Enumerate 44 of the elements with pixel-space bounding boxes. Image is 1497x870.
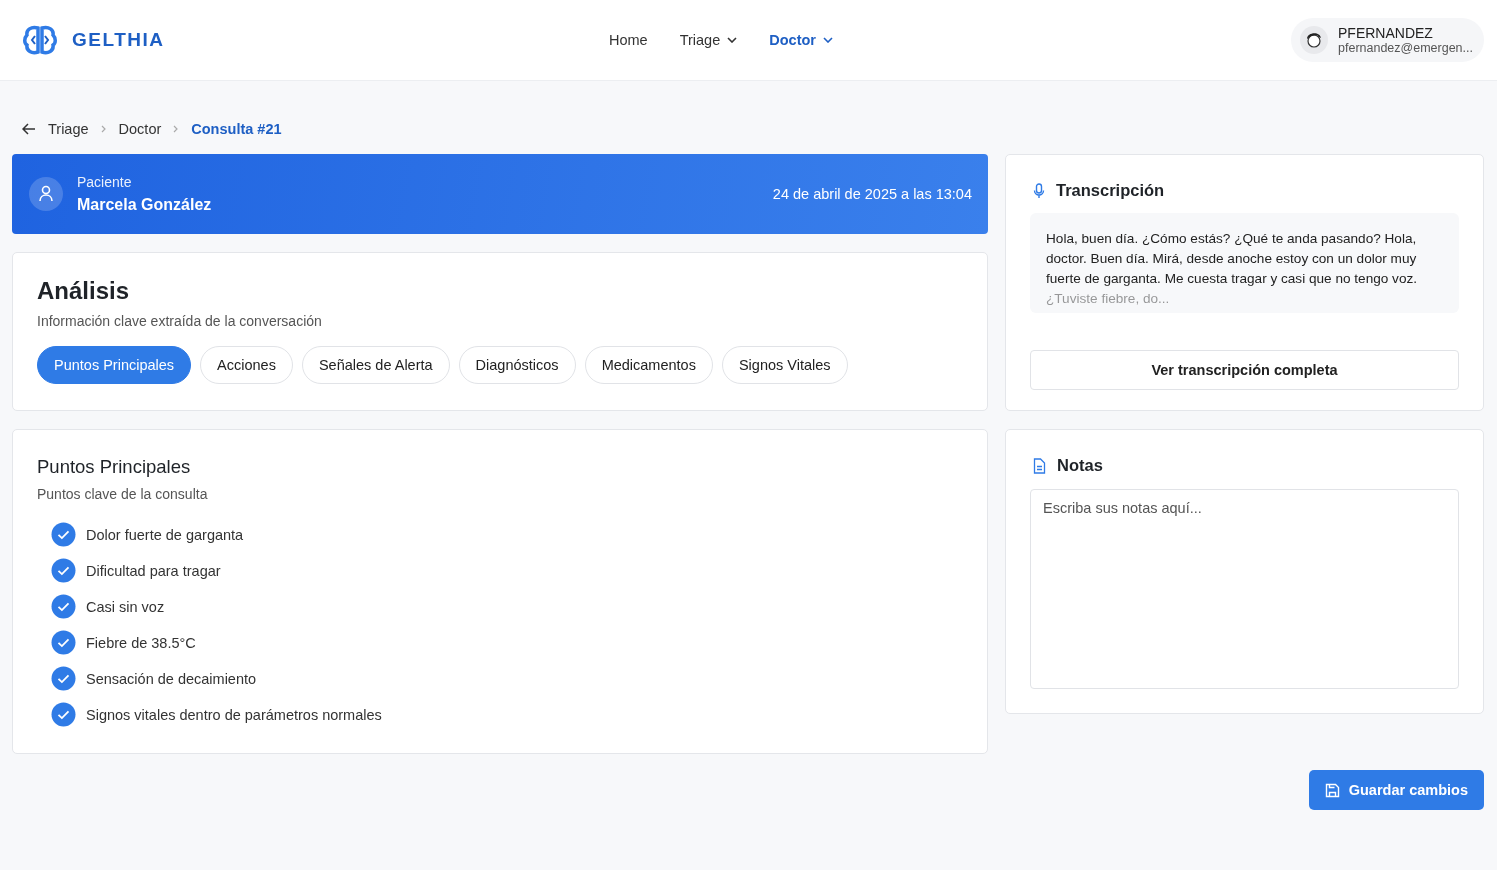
microphone-icon <box>1033 182 1045 199</box>
analysis-tab[interactable]: Diagnósticos <box>458 346 576 384</box>
analysis-title: Análisis <box>37 277 131 305</box>
analysis-tab[interactable]: Puntos Principales <box>37 346 192 384</box>
save-icon <box>1324 782 1340 798</box>
save-button[interactable]: Guardar cambios <box>1308 770 1484 810</box>
key-point: Casi sin voz <box>86 598 165 615</box>
brand-name: GELTHIA <box>72 29 165 51</box>
notes-field[interactable]: Escriba sus notas aquí... <box>1030 489 1459 689</box>
breadcrumb-link[interactable]: Triage <box>48 121 89 137</box>
analysis-subtitle: Información clave extraída de la conversación <box>37 313 323 329</box>
chevron-icon <box>173 125 180 133</box>
nav-link[interactable]: Doctor <box>769 32 833 48</box>
chevron-icon <box>100 125 107 133</box>
transcription-text: Hola, buen día. ¿Cómo estás? ¿Qué te anda pasando? Hola, doctor. Buen día. Mirá, desde anoche estoy con un dolor muy fuerte de garganta. Me cuesta tragar y casi que no tengo voz. ¿Tuviste fiebre, do... <box>1046 230 1419 308</box>
user-name: PFERNANDEZ <box>1338 25 1434 41</box>
patient-name: Marcela González <box>77 196 212 214</box>
nav-link[interactable]: Triage <box>679 32 738 48</box>
avatar-icon <box>1300 26 1328 54</box>
brain-logo-icon <box>23 25 57 55</box>
points-subtitle: Puntos clave de la consulta <box>37 486 209 502</box>
patient-label: Paciente <box>77 174 133 190</box>
user-email: pfernandez@emergen... <box>1338 41 1473 55</box>
document-icon <box>1033 457 1046 474</box>
analysis-tab[interactable]: Signos Vitales <box>721 346 848 384</box>
key-point: Signos vitales dentro de parámetros normales <box>86 706 382 723</box>
full-transcription-button[interactable]: Ver transcripción completa <box>1030 350 1459 390</box>
breadcrumb-link[interactable]: Doctor <box>118 121 162 137</box>
consult-date: 24 de abril de 2025 a las 13:04 <box>772 186 972 202</box>
breadcrumb-link[interactable]: Consulta #21 <box>191 121 282 137</box>
analysis-tab[interactable]: Señales de Alerta <box>301 346 450 384</box>
person-icon <box>29 177 63 211</box>
transcription-title: Transcripción <box>1056 181 1165 200</box>
notes-title: Notas <box>1057 456 1103 475</box>
key-point: Dificultad para tragar <box>86 562 221 579</box>
key-point: Sensación de decaimiento <box>86 670 257 687</box>
user-menu[interactable]: PFERNANDEZ pfernandez@emergen... <box>1291 18 1484 62</box>
nav-link[interactable]: Home <box>609 32 648 48</box>
analysis-tab[interactable]: Medicamentos <box>584 346 713 384</box>
key-point: Dolor fuerte de garganta <box>86 526 244 543</box>
points-title: Puntos Principales <box>37 456 192 478</box>
analysis-tab[interactable]: Acciones <box>200 346 293 384</box>
back-arrow-icon[interactable] <box>22 123 36 135</box>
key-point: Fiebre de 38.5°C <box>86 634 196 651</box>
